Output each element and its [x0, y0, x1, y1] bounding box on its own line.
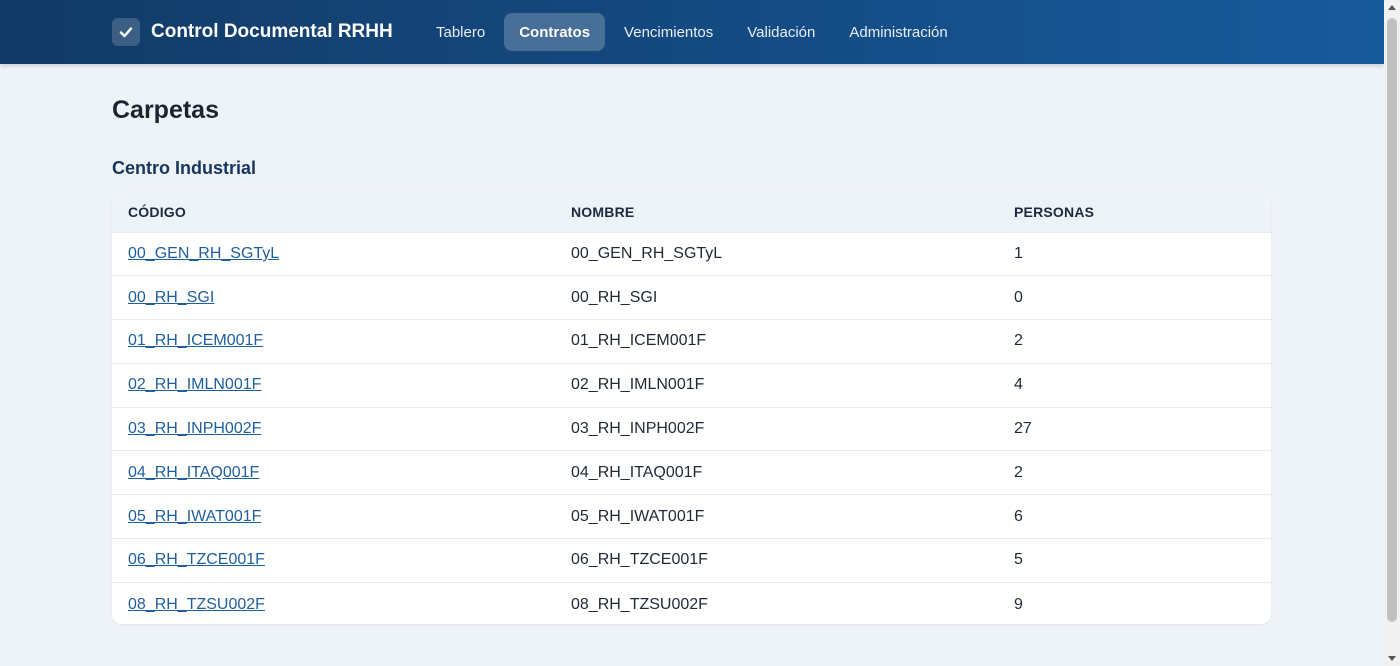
cell-name: 02_RH_IMLN001F — [571, 376, 705, 394]
cell-name: 08_RH_TZSU002F — [571, 595, 708, 613]
cell-code: 08_RH_TZSU002F — [112, 582, 555, 624]
scroll-up-icon[interactable] — [1388, 5, 1396, 10]
cell-name: 03_RH_INPH002F — [571, 420, 705, 438]
nav-administracion[interactable]: Administración — [834, 13, 962, 51]
cell-name: 00_GEN_RH_SGTyL — [571, 244, 723, 262]
table-row: 08_RH_TZSU002F 08_RH_TZSU002F 9 — [112, 582, 1271, 624]
cell-persons: 2 — [1014, 332, 1023, 350]
brand[interactable]: Control Documental RRHH — [112, 18, 393, 46]
cell-persons: 6 — [1014, 507, 1023, 525]
table-row: 00_GEN_RH_SGTyL 00_GEN_RH_SGTyL 1 — [112, 232, 1271, 276]
nav-contratos[interactable]: Contratos — [504, 13, 606, 51]
column-header-persons[interactable]: PERSONAS — [998, 192, 1271, 232]
app-title: Control Documental RRHH — [151, 21, 393, 42]
folder-code-link[interactable]: 03_RH_INPH002F — [128, 420, 261, 437]
folder-code-link[interactable]: 00_RH_SGI — [128, 289, 214, 306]
cell-code: 06_RH_TZCE001F — [112, 539, 555, 583]
folder-code-link[interactable]: 05_RH_IWAT001F — [128, 508, 261, 525]
cell-code: 01_RH_ICEM001F — [112, 320, 555, 364]
table-header-row: CÓDIGO NOMBRE PERSONAS — [112, 192, 1271, 232]
cell-name: 01_RH_ICEM001F — [571, 332, 707, 350]
cell-code: 02_RH_IMLN001F — [112, 363, 555, 407]
table-row: 03_RH_INPH002F 03_RH_INPH002F 27 — [112, 407, 1271, 451]
table-row: 05_RH_IWAT001F 05_RH_IWAT001F 6 — [112, 494, 1271, 539]
table-row: 04_RH_ITAQ001F 04_RH_ITAQ001F 2 — [112, 450, 1271, 495]
table-row: 02_RH_IMLN001F 02_RH_IMLN001F 4 — [112, 363, 1271, 407]
cell-code: 05_RH_IWAT001F — [112, 495, 555, 539]
cell-name: 05_RH_IWAT001F — [571, 507, 705, 525]
check-icon — [112, 18, 140, 46]
cell-persons: 5 — [1014, 551, 1023, 569]
cell-name: 00_RH_SGI — [571, 288, 658, 306]
section-title: Centro Industrial — [112, 158, 257, 178]
vertical-scrollbar[interactable] — [1384, 0, 1400, 666]
folder-code-link[interactable]: 04_RH_ITAQ001F — [128, 464, 259, 481]
cell-persons: 1 — [1014, 244, 1023, 262]
cell-code: 00_GEN_RH_SGTyL — [112, 232, 555, 276]
cell-code: 03_RH_INPH002F — [112, 407, 555, 451]
folder-code-link[interactable]: 06_RH_TZCE001F — [128, 551, 265, 568]
cell-name: 06_RH_TZCE001F — [571, 551, 708, 569]
nav-validacion[interactable]: Validación — [732, 13, 830, 51]
table-row: 00_RH_SGI 00_RH_SGI 0 — [112, 275, 1271, 320]
cell-persons: 4 — [1014, 376, 1023, 394]
cell-persons: 9 — [1014, 595, 1023, 613]
column-header-name[interactable]: NOMBRE — [555, 192, 998, 232]
folders-table: CÓDIGO NOMBRE PERSONAS 00_GEN_RH_SGTyL 0… — [112, 192, 1271, 624]
column-header-code[interactable]: CÓDIGO — [112, 192, 555, 232]
folder-code-link[interactable]: 02_RH_IMLN001F — [128, 376, 261, 393]
folder-code-link[interactable]: 00_GEN_RH_SGTyL — [128, 245, 279, 262]
folder-code-link[interactable]: 08_RH_TZSU002F — [128, 596, 265, 613]
nav-tablero[interactable]: Tablero — [421, 13, 500, 51]
table-row: 01_RH_ICEM001F 01_RH_ICEM001F 2 — [112, 319, 1271, 364]
cell-persons: 0 — [1014, 288, 1023, 306]
page-title: Carpetas — [112, 96, 219, 124]
scroll-down-icon[interactable] — [1388, 656, 1396, 661]
table-row: 06_RH_TZCE001F 06_RH_TZCE001F 5 — [112, 538, 1271, 583]
scrollbar-thumb[interactable] — [1387, 18, 1397, 622]
cell-code: 04_RH_ITAQ001F — [112, 451, 555, 495]
nav-vencimientos[interactable]: Vencimientos — [609, 13, 728, 51]
main-nav: Tablero Contratos Vencimientos Validació… — [421, 13, 967, 51]
folder-code-link[interactable]: 01_RH_ICEM001F — [128, 332, 263, 349]
cell-persons: 2 — [1014, 463, 1023, 481]
cell-code: 00_RH_SGI — [112, 276, 555, 320]
folders-table-card: CÓDIGO NOMBRE PERSONAS 00_GEN_RH_SGTyL 0… — [112, 192, 1271, 624]
cell-name: 04_RH_ITAQ001F — [571, 463, 703, 481]
top-navigation-bar: Control Documental RRHH Tablero Contrato… — [0, 0, 1384, 64]
cell-persons: 27 — [1014, 420, 1032, 438]
